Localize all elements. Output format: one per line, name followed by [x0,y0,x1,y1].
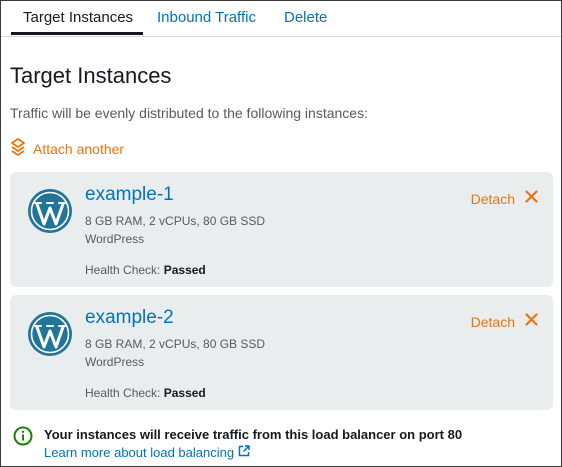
health-check-status: Passed [163,263,206,277]
active-tab-indicator [11,32,143,35]
close-icon [525,313,538,331]
attach-another-label: Attach another [33,141,125,157]
health-check: Health Check: Passed [85,263,206,277]
tab-delete[interactable]: Delete [284,1,327,35]
instance-card: example-2 8 GB RAM, 2 vCPUs, 80 GB SSD W… [10,295,553,410]
page-subtitle: Traffic will be evenly distributed to th… [10,105,368,121]
load-balancer-panel: Target Instances Inbound Traffic Delete … [0,0,562,467]
tab-inbound-traffic[interactable]: Inbound Traffic [157,1,256,35]
wordpress-icon [27,311,73,357]
detach-label: Detach [470,191,515,207]
close-icon [525,190,538,208]
attach-another-link[interactable]: Attach another [11,137,125,161]
detach-label: Detach [470,314,515,330]
info-message: Your instances will receive traffic from… [44,427,463,442]
health-check-label: Health Check: [85,263,161,277]
health-check: Health Check: Passed [85,386,206,400]
info-circle-icon [13,426,33,446]
instance-name-link[interactable]: example-1 [85,184,174,206]
tab-target-instances[interactable]: Target Instances [23,1,133,35]
external-link-icon [234,445,250,460]
detach-button[interactable]: Detach [471,313,538,331]
attach-icon [11,137,25,161]
instance-os: WordPress [85,232,145,246]
instance-name-link[interactable]: example-2 [85,307,174,329]
detach-button[interactable]: Detach [471,190,538,208]
health-check-label: Health Check: [85,386,161,400]
instance-specs: 8 GB RAM, 2 vCPUs, 80 GB SSD [85,337,266,351]
instance-specs: 8 GB RAM, 2 vCPUs, 80 GB SSD [85,214,266,228]
tab-bar: Target Instances Inbound Traffic Delete [1,1,561,37]
learn-more-link[interactable]: Learn more about load balancing [44,445,250,460]
instance-card: example-1 8 GB RAM, 2 vCPUs, 80 GB SSD W… [10,172,553,287]
wordpress-icon [27,188,73,234]
health-check-status: Passed [163,386,206,400]
learn-more-label: Learn more about load balancing [44,445,235,460]
instance-os: WordPress [85,355,145,369]
page-title: Target Instances [10,63,172,88]
